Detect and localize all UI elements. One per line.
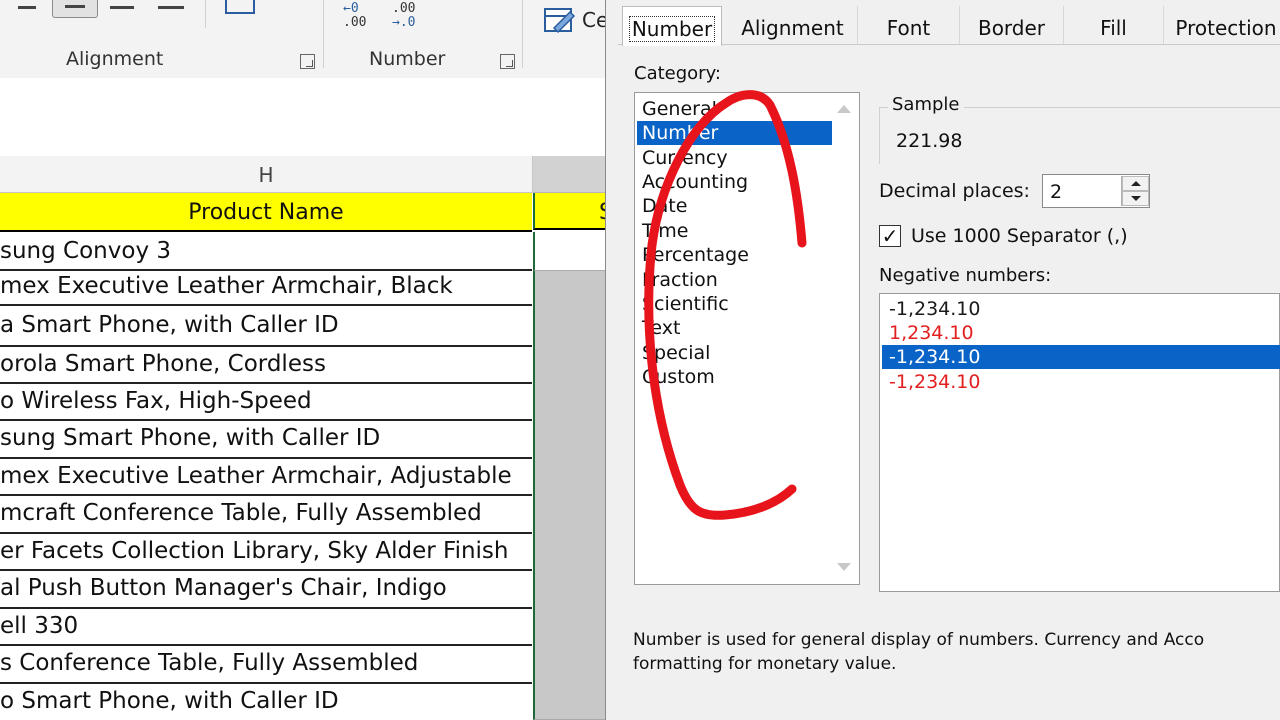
decrease-decimal-icon: .00 →.0	[392, 1, 416, 30]
use-1000-separator-label[interactable]: Use 1000 Separator (,)	[911, 225, 1128, 247]
product-name-cell: s Conference Table, Fully Assembled	[0, 650, 419, 676]
product-name-cell: al Push Button Manager's Chair, Indigo	[0, 575, 447, 601]
negative-option-minus-black[interactable]: -1,234.10	[889, 297, 980, 321]
align-center-button[interactable]	[52, 0, 98, 18]
spin-up-button[interactable]	[1122, 176, 1149, 191]
cell-styles-icon	[544, 8, 576, 34]
number-dialog-launcher-icon[interactable]	[500, 54, 515, 69]
use-1000-separator-checkbox[interactable]: ✓	[879, 225, 901, 247]
table-row[interactable]: al Push Button Manager's Chair, Indigo	[0, 571, 532, 609]
product-name-cell: mex Executive Leather Armchair, Adjustab…	[0, 463, 512, 489]
tab-number[interactable]: Number	[622, 6, 722, 46]
table-row[interactable]: sung Smart Phone, with Caller ID	[0, 421, 532, 459]
formula-bar-area	[0, 78, 612, 157]
sample-value: 221.98	[896, 130, 963, 152]
product-name-cell: ell 330	[0, 613, 79, 639]
product-name-cell: er Facets Collection Library, Sky Alder …	[0, 538, 509, 564]
table-row[interactable]: mcraft Conference Table, Fully Assembled	[0, 496, 532, 534]
merge-center-icon[interactable]	[225, 0, 255, 14]
negative-option-minus-red[interactable]: -1,234.10	[889, 370, 980, 394]
scroll-down-icon[interactable]	[837, 563, 851, 571]
table-row[interactable]: orola Smart Phone, Cordless	[0, 347, 532, 384]
scroll-up-icon[interactable]	[837, 105, 851, 113]
excel-ribbon: Alignment ←0.00 .00 →.0 Number Ce	[0, 0, 612, 79]
tab-border[interactable]: Border	[960, 6, 1064, 44]
justify-icon[interactable]	[158, 6, 184, 9]
table-row[interactable]: er Facets Collection Library, Sky Alder …	[0, 534, 532, 571]
table-row[interactable]: o Wireless Fax, High-Speed	[0, 384, 532, 421]
spin-down-icon	[1131, 196, 1141, 201]
product-name-cell: mex Executive Leather Armchair, Black	[0, 273, 453, 299]
increase-decimal-icon: ←0.00	[343, 1, 367, 30]
description-line-2: formatting for monetary value.	[633, 654, 897, 674]
align-right-icon[interactable]	[110, 6, 134, 9]
product-name-cell: a Smart Phone, with Caller ID	[0, 312, 339, 338]
alignment-group-label: Alignment	[66, 48, 164, 70]
tab-protection[interactable]: Protection	[1164, 6, 1280, 44]
tab-alignment[interactable]: Alignment	[728, 6, 858, 44]
spin-down-button[interactable]	[1122, 191, 1149, 206]
sales-cell-range[interactable]	[533, 271, 613, 720]
product-name-cell: sung Convoy 3	[0, 238, 171, 264]
tab-fill[interactable]: Fill	[1064, 6, 1164, 44]
tab-font[interactable]: Font	[858, 6, 960, 44]
column-header-i[interactable]	[533, 156, 613, 193]
negative-numbers-label: Negative numbers:	[879, 265, 1052, 286]
product-name-cell: o Wireless Fax, High-Speed	[0, 388, 312, 414]
table-row[interactable]: mex Executive Leather Armchair, Black	[0, 271, 532, 306]
decimal-places-label: Decimal places:	[879, 180, 1030, 202]
dialog-tab-bar: Number Alignment Font Border Fill Protec…	[618, 0, 1280, 46]
align-left-icon[interactable]	[18, 6, 36, 9]
product-name-cell: mcraft Conference Table, Fully Assembled	[0, 500, 482, 526]
negative-option-red[interactable]: 1,234.10	[889, 321, 974, 345]
decimal-places-value[interactable]: 2	[1050, 181, 1062, 203]
spin-up-icon	[1131, 181, 1141, 186]
table-row[interactable]: sung Convoy 3	[0, 232, 532, 271]
product-name-cell: o Smart Phone, with Caller ID	[0, 688, 339, 714]
product-name-header-cell[interactable]: Product Name	[0, 193, 532, 232]
cell-styles-button[interactable]: Ce	[544, 6, 608, 36]
table-row[interactable]: ell 330	[0, 609, 532, 646]
product-name-cell: sung Smart Phone, with Caller ID	[0, 425, 381, 451]
table-row[interactable]: mex Executive Leather Armchair, Adjustab…	[0, 459, 532, 496]
category-label: Category:	[634, 63, 721, 84]
column-header-h[interactable]: H	[0, 156, 533, 193]
red-annotation-icon	[644, 90, 807, 520]
sales-header-cell[interactable]: S	[533, 193, 613, 230]
table-row[interactable]: s Conference Table, Fully Assembled	[0, 646, 532, 684]
category-description: Number is used for general display of nu…	[633, 628, 1280, 676]
product-name-cell: orola Smart Phone, Cordless	[0, 351, 326, 377]
negative-option-minus-selected[interactable]: -1,234.10	[882, 345, 1280, 369]
sample-label: Sample	[888, 94, 964, 115]
decrease-decimal-button[interactable]: .00 →.0	[392, 2, 426, 36]
sales-cell[interactable]	[533, 232, 613, 271]
description-line-1: Number is used for general display of nu…	[633, 630, 1205, 650]
table-row[interactable]: o Smart Phone, with Caller ID	[0, 684, 532, 720]
decimal-places-spinner[interactable]	[1121, 176, 1149, 206]
table-row[interactable]: a Smart Phone, with Caller ID	[0, 306, 532, 347]
category-scrollbar[interactable]	[831, 93, 859, 584]
alignment-dialog-launcher-icon[interactable]	[300, 54, 315, 69]
increase-decimal-button[interactable]: ←0.00	[343, 2, 377, 36]
number-group-label: Number	[369, 48, 446, 70]
